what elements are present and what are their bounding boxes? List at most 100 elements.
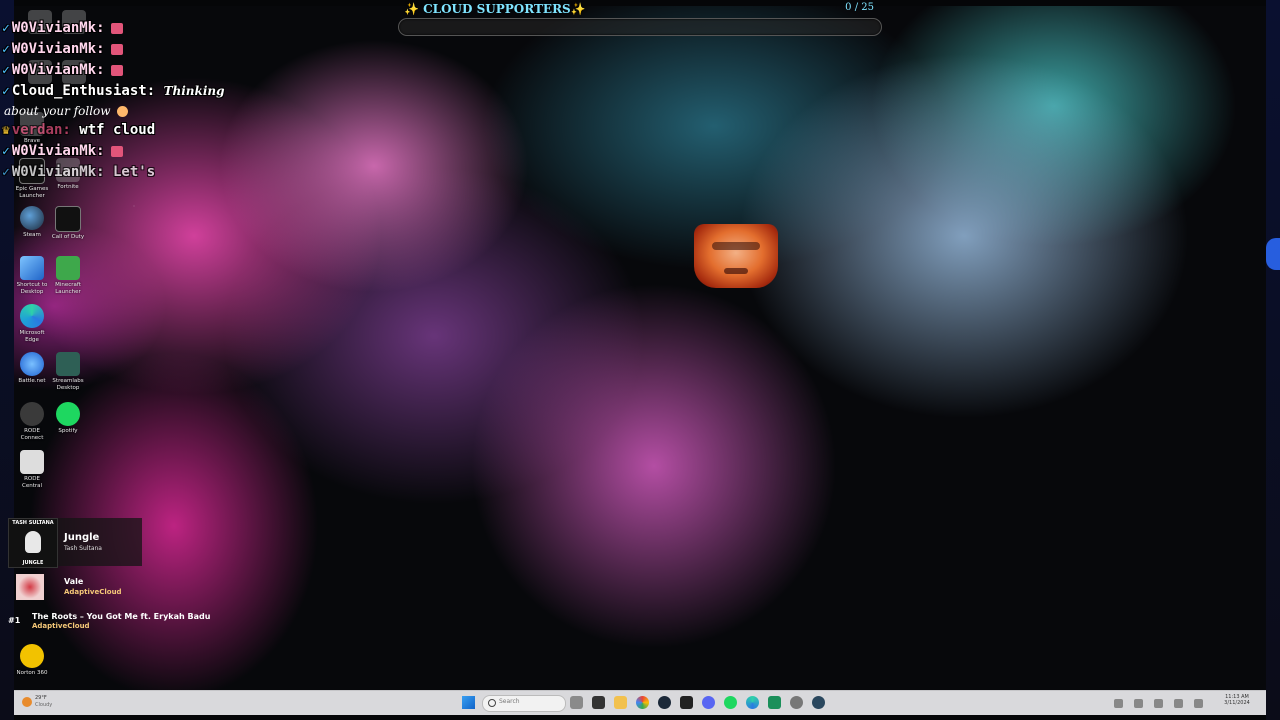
- shortcut-icon: [20, 256, 44, 280]
- tray-wifi-icon[interactable]: [1153, 699, 1163, 708]
- chat-message: ✓ W0VivianMk:: [2, 18, 302, 39]
- spotify-taskbar-icon[interactable]: [724, 696, 737, 709]
- chat-message: ✓ Cloud_Enthusiast: Thinking: [2, 81, 302, 102]
- desktop-icon-rode-connect[interactable]: RODE Connect: [14, 402, 50, 442]
- desktop-icon-label: Epic Games Launcher: [15, 186, 49, 199]
- edge-icon: [20, 304, 44, 328]
- album-art-title: JUNGLE: [22, 560, 44, 566]
- task-view-icon[interactable]: [570, 696, 583, 709]
- chat-username: W0VivianMk:: [11, 143, 105, 159]
- chrome-icon[interactable]: [636, 696, 649, 709]
- heart-emote-icon: [110, 145, 123, 157]
- desktop-icon-shortcut[interactable]: Shortcut to Desktop: [14, 256, 50, 296]
- now-playing-widget: TASH SULTANA JUNGLE Jungle Tash Sultana: [8, 518, 142, 568]
- weather-widget[interactable]: 29°F Cloudy: [22, 695, 62, 711]
- heart-emote-icon: [110, 43, 123, 55]
- tray-app-icon[interactable]: [1133, 699, 1143, 708]
- terminal-icon[interactable]: [680, 696, 693, 709]
- chat-username: W0VivianMk:: [11, 41, 105, 57]
- chat-text: wtf cloud: [79, 122, 156, 138]
- streamlabs-icon: [56, 352, 80, 376]
- chat-message: ✓ W0VivianMk:: [2, 141, 302, 162]
- album-art: TASH SULTANA JUNGLE: [8, 518, 58, 568]
- desktop-icon-streamlabs[interactable]: Streamlabs Desktop: [50, 352, 86, 392]
- skull-art-icon: [25, 531, 41, 553]
- queue-rank: #1: [8, 616, 21, 625]
- minecraft-icon: [56, 256, 80, 280]
- weather-temp: 29°F: [35, 695, 47, 701]
- chat-username: Cloud_Enthusiast:: [11, 83, 156, 99]
- right-border-strip: [1266, 0, 1280, 720]
- face-overlay-image: [694, 224, 778, 288]
- song-title: Vale: [64, 577, 84, 586]
- desktop-icon-label: Shortcut to Desktop: [16, 282, 48, 295]
- desktop-icon-label: Steam: [23, 232, 41, 238]
- chat-username: W0VivianMk:: [11, 20, 105, 36]
- desktop-icon-battlenet[interactable]: Battle.net: [14, 352, 50, 385]
- chat-text: Thinking: [163, 84, 225, 98]
- check-icon: ✓: [2, 21, 10, 36]
- taskbar-search[interactable]: Search: [482, 695, 566, 712]
- search-placeholder: Search: [499, 698, 520, 705]
- discord-icon[interactable]: [702, 696, 715, 709]
- queue-title: The Roots – You Got Me ft. Erykah Badu: [32, 612, 211, 621]
- steam-icon: [20, 206, 44, 230]
- song-art: [16, 574, 44, 600]
- chat-text: Let's: [112, 164, 156, 180]
- check-icon: ✓: [2, 42, 10, 57]
- taskbar-clock[interactable]: 11:13 AM 3/11/2024: [1218, 694, 1256, 706]
- tray-volume-icon[interactable]: [1173, 699, 1183, 708]
- chat-username: W0VivianMk:: [11, 62, 105, 78]
- album-art-artist: TASH SULTANA: [12, 520, 54, 526]
- tray-battery-icon[interactable]: [1194, 699, 1203, 708]
- chat-text: about your follow: [4, 104, 111, 118]
- heart-emote-icon: [110, 64, 123, 76]
- spotify-icon: [56, 402, 80, 426]
- desktop-icon-edge[interactable]: Microsoft Edge: [14, 304, 50, 344]
- system-tray: [1111, 693, 1206, 713]
- desktop-icon-rode-central[interactable]: RODE Central: [14, 450, 50, 490]
- chat-message: ✓ W0VivianMk: Let's: [2, 162, 302, 183]
- tray-chevron-icon[interactable]: [1113, 699, 1123, 708]
- desktop-icon-label: Streamlabs Desktop: [52, 378, 84, 391]
- check-icon: ✓: [2, 144, 10, 159]
- desktop-icon-label: Battle.net: [18, 378, 46, 384]
- search-icon: [488, 699, 496, 707]
- clock-date: 3/11/2024: [1224, 700, 1250, 706]
- desktop-icon-label: Fortnite: [57, 184, 79, 190]
- file-explorer-icon[interactable]: [614, 696, 627, 709]
- now-playing-artist: Tash Sultana: [64, 545, 102, 552]
- steam-taskbar-icon[interactable]: [658, 696, 671, 709]
- desktop-icon-steam[interactable]: Steam: [14, 206, 50, 239]
- steam-alt-icon[interactable]: [812, 696, 825, 709]
- app-green-icon[interactable]: [768, 696, 781, 709]
- desktop-icon-spotify[interactable]: Spotify: [50, 402, 86, 435]
- settings-icon[interactable]: [790, 696, 803, 709]
- rode-central-icon: [20, 450, 44, 474]
- battlenet-icon: [20, 352, 44, 376]
- current-song-request: Vale AdaptiveCloud: [16, 574, 196, 600]
- desktop-icon-cod[interactable]: Call of Duty: [50, 206, 86, 241]
- check-icon: ✓: [2, 63, 10, 78]
- desktop-icon-label: Minecraft Launcher: [55, 282, 81, 295]
- widgets-icon[interactable]: [592, 696, 605, 709]
- edge-taskbar-icon[interactable]: [746, 696, 759, 709]
- supporters-goal-widget: ✨ CLOUD SUPPORTERS✨ 0 / 25: [398, 2, 882, 36]
- right-edge-widget: [1266, 238, 1280, 270]
- chat-message: ✓ W0VivianMk:: [2, 60, 302, 81]
- rode-connect-icon: [20, 402, 44, 426]
- check-icon: ✓: [2, 165, 10, 180]
- desktop-icon-minecraft[interactable]: Minecraft Launcher: [50, 256, 86, 296]
- chat-username: W0VivianMk:: [11, 164, 105, 180]
- start-button[interactable]: [462, 696, 475, 709]
- goal-title: ✨ CLOUD SUPPORTERS✨: [404, 2, 586, 16]
- desktop-icon-label: Spotify: [58, 428, 78, 434]
- taskbar: 29°F Cloudy Search 11:13 AM 3/11/2024: [14, 690, 1266, 715]
- weather-icon: [22, 697, 32, 707]
- desktop-icon-label: Microsoft Edge: [19, 330, 45, 343]
- desktop-icon-norton[interactable]: Norton 360: [14, 644, 50, 677]
- check-icon: ✓: [2, 84, 10, 99]
- desktop-icon-label: Call of Duty: [51, 234, 85, 240]
- weather-condition: Cloudy: [35, 702, 53, 708]
- chat-message: ✓ W0VivianMk:: [2, 39, 302, 60]
